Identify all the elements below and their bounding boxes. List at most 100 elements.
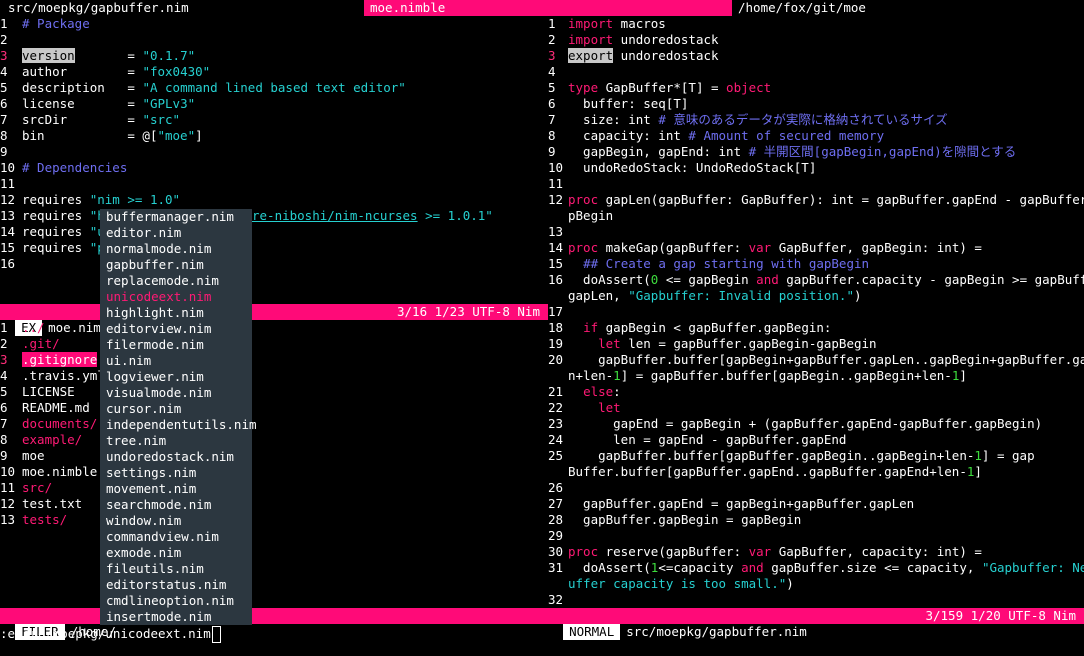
file-name[interactable]: moe.nimble xyxy=(22,464,97,479)
file-list-item[interactable]: 9 moe xyxy=(0,448,548,464)
code-line[interactable]: 30 proc reserve(gapBuffer: var GapBuffer,… xyxy=(548,544,1084,560)
file-name[interactable]: example/ xyxy=(22,432,82,447)
completion-item[interactable]: undoredostack.nim xyxy=(100,449,252,465)
completion-item[interactable]: exmode.nim xyxy=(100,545,252,561)
code-line[interactable]: 16 doAssert(0 <= gapBegin and gapBuffer.… xyxy=(548,272,1084,288)
tab-active-file[interactable]: moe.nimble xyxy=(364,0,734,16)
code-line[interactable]: 4 author = "fox0430" xyxy=(0,64,548,80)
code-line[interactable]: 4 xyxy=(548,64,1084,80)
file-name[interactable]: README.md xyxy=(22,400,90,415)
file-list-item[interactable]: 3 .gitignore xyxy=(0,352,548,368)
completion-item[interactable]: commandview.nim xyxy=(100,529,252,545)
code-line[interactable]: 15 requires "p xyxy=(0,240,548,256)
file-list-item[interactable]: 10 moe.nimble xyxy=(0,464,548,480)
code-line[interactable]: 20 gapBuffer.buffer[gapBegin+gapBuffer.g… xyxy=(548,352,1084,368)
file-list-item[interactable]: 4 .travis.yml xyxy=(0,368,548,384)
completion-item[interactable]: editorview.nim xyxy=(100,321,252,337)
file-list-item[interactable]: 6 README.md xyxy=(0,400,548,416)
completion-item[interactable]: highlight.nim xyxy=(100,305,252,321)
completion-popup[interactable]: buffermanager.nim editor.nim normalmode.ni… xyxy=(100,209,257,625)
code-line[interactable]: 1 import macros xyxy=(548,16,1084,32)
code-line[interactable]: 10 # Dependencies xyxy=(0,160,548,176)
code-line[interactable]: 23 gapEnd = gapBegin + (gapBuffer.gapEnd… xyxy=(548,416,1084,432)
tab-left-file[interactable]: src/moepkg/gapbuffer.nim xyxy=(0,0,189,16)
file-name[interactable]: moe xyxy=(22,448,45,463)
code-line[interactable]: Buffer.buffer[gapBuffer.gapEnd..gapBuffe… xyxy=(548,464,1084,480)
file-name[interactable]: .travis.yml xyxy=(22,368,105,383)
code-line[interactable]: 5 description = "A command lined based te… xyxy=(0,80,548,96)
completion-item[interactable]: editor.nim xyxy=(100,225,252,241)
file-name[interactable]: tests/ xyxy=(22,512,67,527)
code-line[interactable]: 22 let xyxy=(548,400,1084,416)
code-line[interactable]: 8 capacity: int # Amount of secured memo… xyxy=(548,128,1084,144)
code-line[interactable]: 9 xyxy=(0,144,548,160)
code-line[interactable]: 21 else: xyxy=(548,384,1084,400)
code-line[interactable]: 14 proc makeGap(gapBuffer: var GapBuffer,… xyxy=(548,240,1084,256)
completion-item[interactable]: fileutils.nim xyxy=(100,561,252,577)
code-line[interactable]: 11 xyxy=(0,176,548,192)
completion-item[interactable]: independentutils.nim xyxy=(100,417,257,433)
code-line[interactable]: 6 license = "GPLv3" xyxy=(0,96,548,112)
code-line[interactable]: 25 gapBuffer.buffer[gapBuffer.gapBegin..… xyxy=(548,448,1084,464)
file-list-item[interactable]: 11 src/ xyxy=(0,480,548,496)
code-line[interactable]: 7 size: int # 意味のあるデータが実際に格納されているサイズ xyxy=(548,112,1084,128)
file-name[interactable]: ../ xyxy=(22,320,45,335)
completion-item[interactable]: buffermanager.nim xyxy=(100,209,252,225)
file-name[interactable]: test.txt xyxy=(22,496,82,511)
code-line[interactable]: 3 export undoredostack xyxy=(548,48,1084,64)
code-line[interactable]: pBegin xyxy=(548,208,1084,224)
file-name[interactable]: .gitignore xyxy=(22,352,98,367)
completion-item[interactable]: logviewer.nim xyxy=(100,369,252,385)
file-name[interactable]: .git/ xyxy=(22,336,60,351)
completion-item[interactable]: editorstatus.nim xyxy=(100,577,252,593)
completion-item[interactable]: movement.nim xyxy=(100,481,252,497)
code-line[interactable]: 2 xyxy=(0,32,548,48)
code-line[interactable]: 7 srcDir = "src" xyxy=(0,112,548,128)
completion-item[interactable]: visualmode.nim xyxy=(100,385,252,401)
code-line[interactable]: 10 undoRedoStack: UndoRedoStack[T] xyxy=(548,160,1084,176)
code-line[interactable]: 28 gapBuffer.gapBegin = gapBegin xyxy=(548,512,1084,528)
code-line[interactable]: 5 type GapBuffer*[T] = object xyxy=(548,80,1084,96)
completion-item[interactable]: cursor.nim xyxy=(100,401,252,417)
code-line[interactable]: 3 version = "0.1.7" xyxy=(0,48,548,64)
completion-item[interactable]: cmdlineoption.nim xyxy=(100,593,252,609)
code-line[interactable]: 12 proc gapLen(gapBuffer: GapBuffer): int… xyxy=(548,192,1084,208)
tab-right-path[interactable]: /home/fox/git/moe xyxy=(732,0,866,16)
completion-item[interactable]: unicodeext.nim xyxy=(100,289,252,305)
command-line[interactable]: :e src/moepkg/unicodeext.nim xyxy=(0,626,221,643)
completion-item[interactable]: searchmode.nim xyxy=(100,497,252,513)
code-line[interactable]: 6 buffer: seq[T] xyxy=(548,96,1084,112)
code-line[interactable]: 14 requires "u xyxy=(0,224,548,240)
completion-item[interactable]: tree.nim xyxy=(100,433,252,449)
file-name[interactable]: LICENSE xyxy=(22,384,75,399)
code-line[interactable]: 1 # Package xyxy=(0,16,548,32)
code-line[interactable]: 9 gapBegin, gapEnd: int # 半開区間[gapBegin,… xyxy=(548,144,1084,160)
file-list-item[interactable]: 13 tests/ xyxy=(0,512,548,528)
file-list-item[interactable]: 2 .git/ xyxy=(0,336,548,352)
completion-item[interactable]: window.nim xyxy=(100,513,252,529)
file-list-item[interactable]: 12 test.txt xyxy=(0,496,548,512)
file-list-item[interactable]: 1 ../ xyxy=(0,320,548,336)
file-list-item[interactable]: 8 example/ xyxy=(0,432,548,448)
code-line[interactable]: 16 xyxy=(0,256,548,272)
file-list-item[interactable]: 5 LICENSE xyxy=(0,384,548,400)
code-line[interactable]: 18 if gapBegin < gapBuffer.gapBegin: xyxy=(548,320,1084,336)
code-line[interactable]: 8 bin = @["moe"] xyxy=(0,128,548,144)
editor-pane-right[interactable]: 1 import macros 2 import undoredostack 3 expo… xyxy=(548,16,1084,608)
file-name[interactable]: src/ xyxy=(22,480,52,495)
file-name[interactable]: documents/ xyxy=(22,416,97,431)
code-line[interactable]: 17 xyxy=(548,304,1084,320)
code-line[interactable]: 26 xyxy=(548,480,1084,496)
code-line[interactable]: n+len-1] = gapBuffer.buffer[gapBegin..ga… xyxy=(548,368,1084,384)
filer-pane[interactable]: 1 ../ 2 .git/3 .gitignore 4 .travis.yml 5 LICENS… xyxy=(0,320,548,608)
completion-item[interactable]: filermode.nim xyxy=(100,337,252,353)
code-line[interactable]: uffer capacity is too small.") xyxy=(548,576,1084,592)
code-line[interactable]: 27 gapBuffer.gapEnd = gapBegin+gapBuffer… xyxy=(548,496,1084,512)
completion-item[interactable]: gapbuffer.nim xyxy=(100,257,252,273)
code-line[interactable]: 31 doAssert(1<=capacity and gapBuffer.si… xyxy=(548,560,1084,576)
completion-item[interactable]: insertmode.nim xyxy=(100,609,252,625)
code-line[interactable]: 15 ## Create a gap starting with gapBegi… xyxy=(548,256,1084,272)
completion-item[interactable]: normalmode.nim xyxy=(100,241,252,257)
code-line[interactable]: 19 let len = gapBuffer.gapBegin-gapBegin xyxy=(548,336,1084,352)
code-line[interactable]: 32 xyxy=(548,592,1084,608)
